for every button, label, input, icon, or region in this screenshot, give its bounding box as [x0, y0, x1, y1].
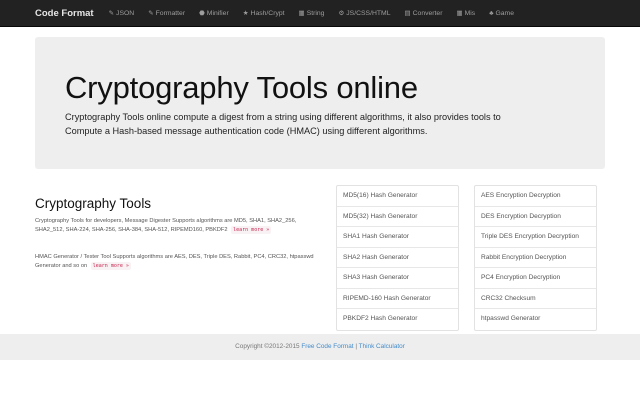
top-navbar: Code Format ✎ JSON ✎ Formatter ⬣ Minifier ★…	[0, 0, 640, 27]
footer-link-free-code-format[interactable]: Free Code Format	[301, 343, 353, 350]
table-icon: ▤	[404, 10, 411, 17]
list-item[interactable]: AES Encryption Decryption	[475, 186, 596, 207]
list-item[interactable]: SHA3 Hash Generator	[337, 268, 458, 289]
nav-hash-crypt[interactable]: ★ Hash/Crypt	[236, 0, 292, 27]
nav-converter[interactable]: ▤ Converter	[397, 0, 449, 27]
nav-js-css-html[interactable]: ⚙ JS/CSS/HTML	[331, 0, 397, 27]
tag-icon: ⬣	[199, 10, 205, 17]
grid-icon: ▦	[298, 10, 305, 17]
list-item[interactable]: SHA1 Hash Generator	[337, 227, 458, 248]
section-description-2: HMAC Generator / Tester Tool Supports al…	[35, 254, 314, 271]
page-title: Cryptography Tools online	[65, 70, 418, 105]
list-item[interactable]: PC4 Encryption Decryption	[475, 268, 596, 289]
list-item[interactable]: Rabbit Encryption Decryption	[475, 248, 596, 268]
nav-mis[interactable]: ▦ Mis	[449, 0, 482, 27]
hero-description-line-2: Compute a Hash-based message authenticat…	[65, 126, 428, 136]
list-item[interactable]: SHA2 Hash Generator	[337, 248, 458, 268]
section-description-1: Cryptography Tools for developers, Messa…	[35, 218, 297, 235]
grid-icon: ▦	[456, 10, 463, 17]
nav-game[interactable]: ♣ Game	[482, 0, 521, 27]
footer: Copyright ©2012-2015 Free Code Format | …	[0, 334, 640, 360]
nav-minifier[interactable]: ⬣ Minifier	[192, 0, 236, 27]
club-icon: ♣	[489, 9, 494, 17]
star-icon: ★	[242, 10, 249, 17]
wrench-icon: ✎	[148, 10, 154, 17]
gear-icon: ⚙	[338, 10, 345, 17]
hero-description-line-1: Cryptography Tools online compute a dige…	[65, 112, 501, 122]
nav-string[interactable]: ▦ String	[292, 0, 332, 27]
footer-link-think-calculator[interactable]: Think Calculator	[359, 343, 405, 350]
learn-more-link[interactable]: learn more »	[90, 261, 131, 271]
list-item[interactable]: Triple DES Encryption Decryption	[475, 227, 596, 248]
brand-logo[interactable]: Code Format	[35, 8, 94, 19]
list-item[interactable]: PBKDF2 Hash Generator	[337, 309, 458, 330]
hero-jumbotron: Cryptography Tools online	[35, 37, 605, 169]
list-item[interactable]: CRC32 Checksum	[475, 289, 596, 309]
list-item[interactable]: MD5(32) Hash Generator	[337, 207, 458, 227]
hash-generator-list: MD5(16) Hash Generator MD5(32) Hash Gene…	[336, 185, 459, 331]
list-item[interactable]: RIPEMD-160 Hash Generator	[337, 289, 458, 309]
list-item[interactable]: htpasswd Generator	[475, 309, 596, 330]
encryption-tools-list: AES Encryption Decryption DES Encryption…	[474, 185, 597, 331]
learn-more-link[interactable]: learn more »	[231, 225, 272, 235]
pencil-icon: ✎	[108, 10, 115, 17]
nav-formatter[interactable]: ✎ Formatter	[141, 0, 192, 27]
section-title: Cryptography Tools	[35, 196, 152, 211]
nav-json[interactable]: ✎ JSON	[102, 0, 142, 27]
list-item[interactable]: DES Encryption Decryption	[475, 207, 596, 227]
list-item[interactable]: MD5(16) Hash Generator	[337, 186, 458, 207]
